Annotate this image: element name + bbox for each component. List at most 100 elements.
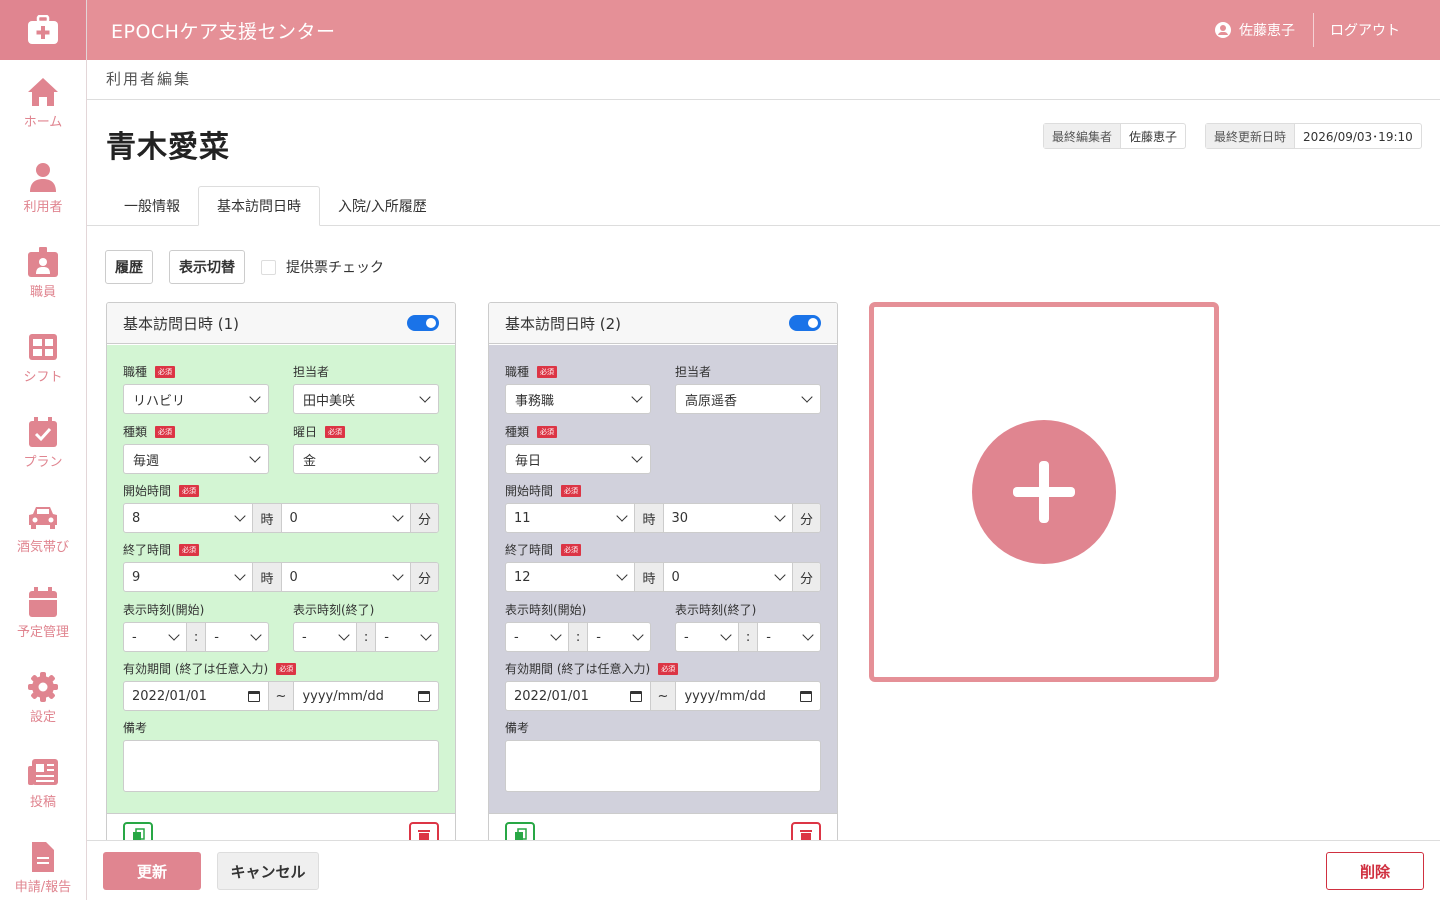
nav-schedule[interactable]: 予定管理 (0, 570, 86, 655)
end-minute-select[interactable]: 0 (664, 563, 792, 591)
end-hour-select[interactable]: 12 (506, 563, 634, 591)
toggle-view-button[interactable]: 表示切替 (169, 250, 245, 284)
display-end-minute-select[interactable]: - (376, 623, 438, 651)
period-start-input[interactable]: 2022/01/01 (124, 682, 268, 710)
cancel-button[interactable]: キャンセル (217, 852, 319, 890)
calendar-icon[interactable] (800, 690, 812, 702)
display-end-label: 表示時刻(終了) (293, 603, 375, 617)
job-select[interactable]: 事務職 (505, 384, 651, 414)
tab-admission-history[interactable]: 入院/入所履歴 (320, 186, 445, 226)
copy-button[interactable] (505, 822, 535, 840)
kind-select[interactable]: 毎週 (123, 444, 269, 474)
nav-home[interactable]: ホーム (0, 60, 86, 145)
add-button[interactable] (972, 420, 1116, 564)
period-end-input[interactable]: yyyy/mm/dd (676, 682, 820, 710)
required-badge: 必須 (155, 425, 176, 438)
calendar-icon[interactable] (247, 690, 260, 702)
start-hour-select[interactable]: 8 (124, 504, 252, 532)
display-end-minute-select[interactable]: - (758, 623, 820, 651)
note-textarea[interactable] (505, 740, 821, 792)
tab-basic-visit[interactable]: 基本訪問日時 (198, 186, 320, 226)
period-start-input[interactable]: 2022/01/01 (506, 682, 650, 710)
staff-value: 田中美咲 (303, 393, 356, 409)
app-logo[interactable] (0, 0, 86, 60)
nav-plan[interactable]: プラン (0, 400, 86, 485)
period-start-value: 2022/01/01 (132, 688, 207, 704)
last-updated-label: 最終更新日時 (1206, 124, 1296, 148)
display-start-hour-select[interactable]: - (506, 623, 568, 651)
chevron-down-icon (616, 510, 629, 522)
hour-addon: 時 (634, 504, 664, 532)
start-minute-select[interactable]: 0 (282, 504, 410, 532)
period-label: 有効期間 (終了は任意入力) 必須 (123, 660, 297, 677)
end-hour-value: 9 (132, 569, 141, 585)
nav-label: プラン (23, 455, 63, 470)
calendar-icon[interactable] (629, 690, 642, 702)
app-title: EPOCHケア支援センター (111, 20, 336, 43)
staff-select[interactable]: 田中美咲 (293, 384, 439, 414)
display-end-hour-select[interactable]: - (294, 623, 356, 651)
chevron-down-icon (616, 569, 629, 581)
chevron-down-icon (249, 391, 261, 403)
copy-button[interactable] (123, 822, 153, 840)
nav-users[interactable]: 利用者 (0, 145, 86, 230)
start-hour-select[interactable]: 11 (506, 504, 634, 532)
update-button[interactable]: 更新 (103, 852, 201, 890)
display-end-group: - : - (675, 622, 821, 652)
start-minute-select[interactable]: 30 (664, 504, 792, 532)
display-end-hour-value: - (302, 629, 307, 645)
card-enable-toggle[interactable] (407, 315, 439, 331)
last-editor-label: 最終編集者 (1044, 124, 1122, 148)
nav-settings[interactable]: 設定 (0, 655, 86, 740)
card-delete-button[interactable] (409, 822, 439, 840)
nav-staff[interactable]: 職員 (0, 230, 86, 315)
history-button[interactable]: 履歴 (105, 250, 153, 284)
colon-addon: : (185, 623, 207, 651)
service-check-label: 提供票チェック (286, 260, 384, 276)
note-textarea[interactable] (123, 740, 439, 792)
end-hour-select[interactable]: 9 (124, 563, 252, 591)
kind-label-text: 種類 (505, 425, 530, 439)
visit-card-1: 基本訪問日時 (1) 職種 必須 担当者 リハビリ 田中美咲 種類 必須 曜日 必須 … (106, 302, 456, 840)
card-footer (107, 813, 455, 840)
service-check-checkbox[interactable] (261, 259, 276, 275)
start-label-text: 開始時間 (505, 484, 554, 498)
logout-button[interactable]: ログアウト (1314, 20, 1440, 40)
job-label: 職種 必須 (123, 363, 176, 380)
tab-general[interactable]: 一般情報 (106, 186, 198, 226)
period-label: 有効期間 (終了は任意入力) 必須 (505, 660, 679, 677)
grid-icon (29, 334, 57, 360)
chevron-down-icon (631, 451, 643, 463)
display-start-minute-select[interactable]: - (588, 623, 650, 651)
user-menu[interactable]: 佐藤恵子 (1215, 20, 1313, 40)
job-select[interactable]: リハビリ (123, 384, 269, 414)
display-start-minute-select[interactable]: - (206, 623, 268, 651)
nav-posts[interactable]: 投稿 (0, 740, 86, 825)
nav-shift[interactable]: シフト (0, 315, 86, 400)
end-label-text: 終了時間 (123, 543, 172, 557)
end-minute-select[interactable]: 0 (282, 563, 410, 591)
period-end-input[interactable]: yyyy/mm/dd (294, 682, 438, 710)
weekday-select[interactable]: 金 (293, 444, 439, 474)
nav-alcohol[interactable]: 酒気帯び (0, 485, 86, 570)
chevron-down-icon (392, 569, 404, 581)
staff-select[interactable]: 高原遥香 (675, 384, 821, 414)
delete-button[interactable]: 削除 (1326, 852, 1424, 890)
calendar-icon[interactable] (418, 690, 430, 702)
newspaper-icon (28, 759, 58, 785)
add-visit-card[interactable] (869, 302, 1219, 682)
service-check[interactable]: 提供票チェック (261, 257, 384, 277)
end-minute-value: 0 (671, 569, 680, 585)
hour-addon: 時 (252, 504, 282, 532)
tab-bar: 一般情報 基本訪問日時 入院/入所履歴 (106, 186, 445, 226)
kind-select[interactable]: 毎日 (505, 444, 651, 474)
card-enable-toggle[interactable] (789, 315, 821, 331)
display-end-hour-select[interactable]: - (676, 623, 738, 651)
card-delete-button[interactable] (791, 822, 821, 840)
nav-label: 申請/報告 (14, 880, 72, 895)
nav-reports[interactable]: 申請/報告 (0, 825, 86, 900)
display-start-group: - : - (123, 622, 269, 652)
copy-icon (515, 828, 527, 840)
display-end-minute-value: - (384, 629, 389, 645)
display-start-hour-select[interactable]: - (124, 623, 186, 651)
